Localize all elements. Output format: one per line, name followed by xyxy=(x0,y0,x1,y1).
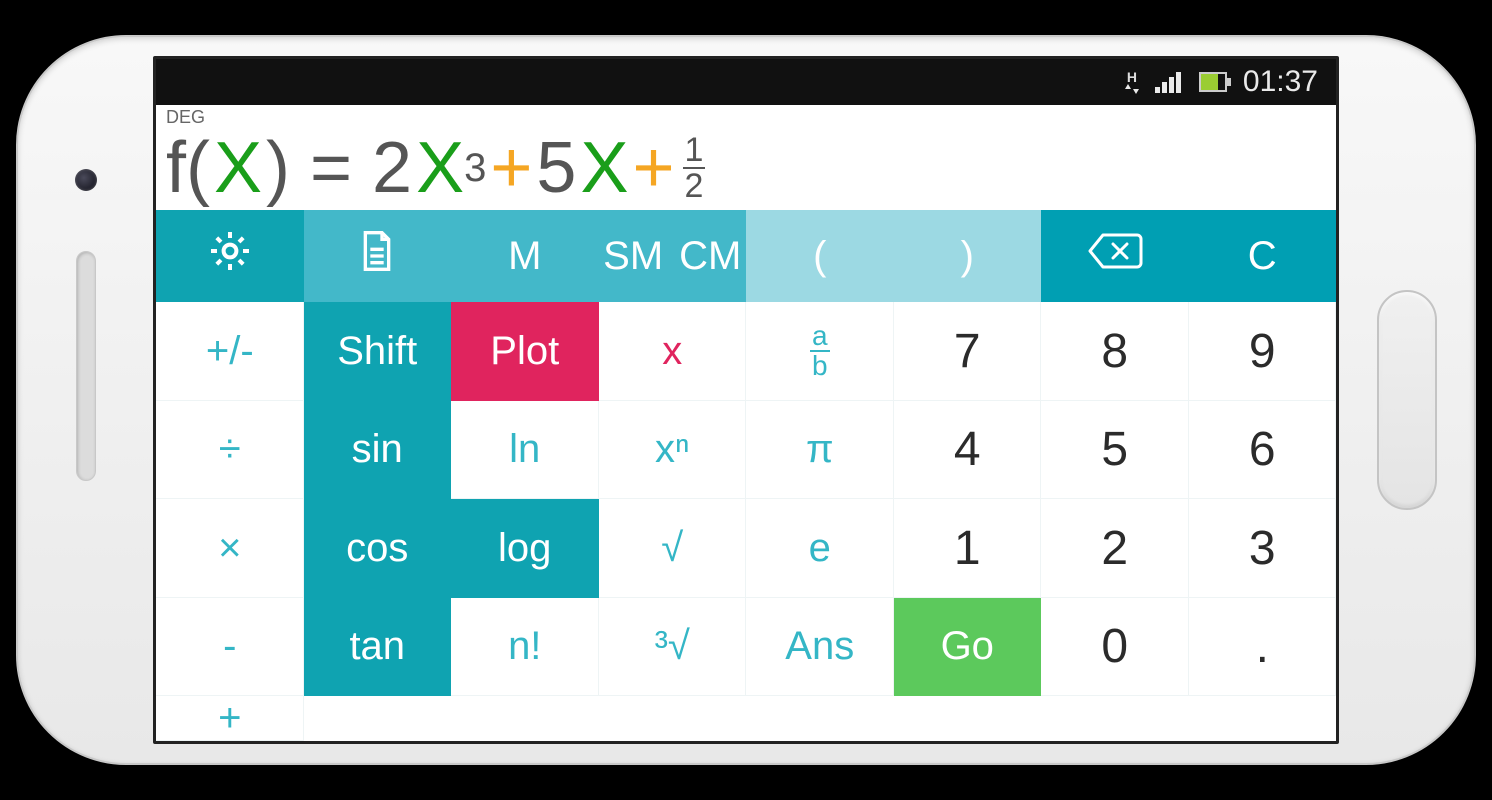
e-button[interactable]: e xyxy=(746,499,894,598)
digit-3-button[interactable]: 3 xyxy=(1189,499,1337,598)
digit-7-button[interactable]: 7 xyxy=(894,302,1042,401)
fraction-button[interactable]: a b xyxy=(746,302,894,401)
status-bar: H 01:37 xyxy=(156,59,1336,105)
digit-9-button[interactable]: 9 xyxy=(1189,302,1337,401)
sin-button[interactable]: sin xyxy=(304,401,452,500)
memory-label: M xyxy=(451,234,599,279)
backspace-button[interactable] xyxy=(1041,210,1189,302)
log-button[interactable]: log xyxy=(451,499,599,598)
gear-icon xyxy=(206,227,254,285)
plot-button[interactable]: Plot xyxy=(451,302,599,401)
phone-left-bezel xyxy=(18,37,153,763)
multiply-button[interactable]: × xyxy=(156,499,304,598)
shift-button[interactable]: Shift xyxy=(304,302,452,401)
pi-button[interactable]: π xyxy=(746,401,894,500)
front-camera xyxy=(75,169,97,191)
decimal-button[interactable]: . xyxy=(1189,598,1337,697)
digit-0-button[interactable]: 0 xyxy=(1041,598,1189,697)
data-indicator-icon: H xyxy=(1125,70,1139,94)
digit-8-button[interactable]: 8 xyxy=(1041,302,1189,401)
power-button[interactable]: xⁿ xyxy=(599,401,747,500)
document-icon xyxy=(357,229,397,283)
variable-x-button[interactable]: x xyxy=(599,302,747,401)
cube-root-button[interactable]: ³√ xyxy=(599,598,747,697)
battery-icon xyxy=(1199,72,1227,92)
digit-4-button[interactable]: 4 xyxy=(894,401,1042,500)
earpiece-speaker xyxy=(76,251,96,481)
home-button[interactable] xyxy=(1377,290,1437,510)
memory-sub-labels: SMCM xyxy=(599,234,747,279)
angle-mode-indicator: DEG xyxy=(166,107,1326,128)
tan-button[interactable]: tan xyxy=(304,598,452,697)
fraction-icon: a b xyxy=(810,322,830,380)
plus-minus-button[interactable]: +/- xyxy=(156,302,304,401)
clock: 01:37 xyxy=(1243,65,1318,99)
parentheses-button[interactable]: ( ) xyxy=(746,210,1041,302)
signal-icon xyxy=(1155,71,1183,93)
expression-text: f(X) = 2X3 + 5X + 1 2 xyxy=(166,128,1326,204)
digit-5-button[interactable]: 5 xyxy=(1041,401,1189,500)
ans-button[interactable]: Ans xyxy=(746,598,894,697)
expression-display[interactable]: DEG f(X) = 2X3 + 5X + 1 2 xyxy=(156,105,1336,210)
add-button[interactable]: + xyxy=(156,696,304,741)
sqrt-button[interactable]: √ xyxy=(599,499,747,598)
keypad: M SMCM ( ) C +/- .mem-split{gr xyxy=(156,210,1336,741)
backspace-icon xyxy=(1087,231,1143,281)
digit-1-button[interactable]: 1 xyxy=(894,499,1042,598)
memory-button[interactable]: M SMCM xyxy=(451,210,746,302)
settings-button[interactable] xyxy=(156,210,304,302)
phone-frame: H 01:37 DEG f(X) = 2X3 + 5X + 1 xyxy=(16,35,1476,765)
cos-button[interactable]: cos xyxy=(304,499,452,598)
divide-button[interactable]: ÷ xyxy=(156,401,304,500)
phone-right-bezel xyxy=(1339,37,1474,763)
factorial-button[interactable]: n! xyxy=(451,598,599,697)
ln-button[interactable]: ln xyxy=(451,401,599,500)
go-button[interactable]: Go xyxy=(894,598,1042,697)
digit-2-button[interactable]: 2 xyxy=(1041,499,1189,598)
clear-button[interactable]: C xyxy=(1189,210,1337,302)
history-button[interactable] xyxy=(304,210,452,302)
device-screen: H 01:37 DEG f(X) = 2X3 + 5X + 1 xyxy=(153,56,1339,744)
digit-6-button[interactable]: 6 xyxy=(1189,401,1337,500)
subtract-button[interactable]: - xyxy=(156,598,304,697)
